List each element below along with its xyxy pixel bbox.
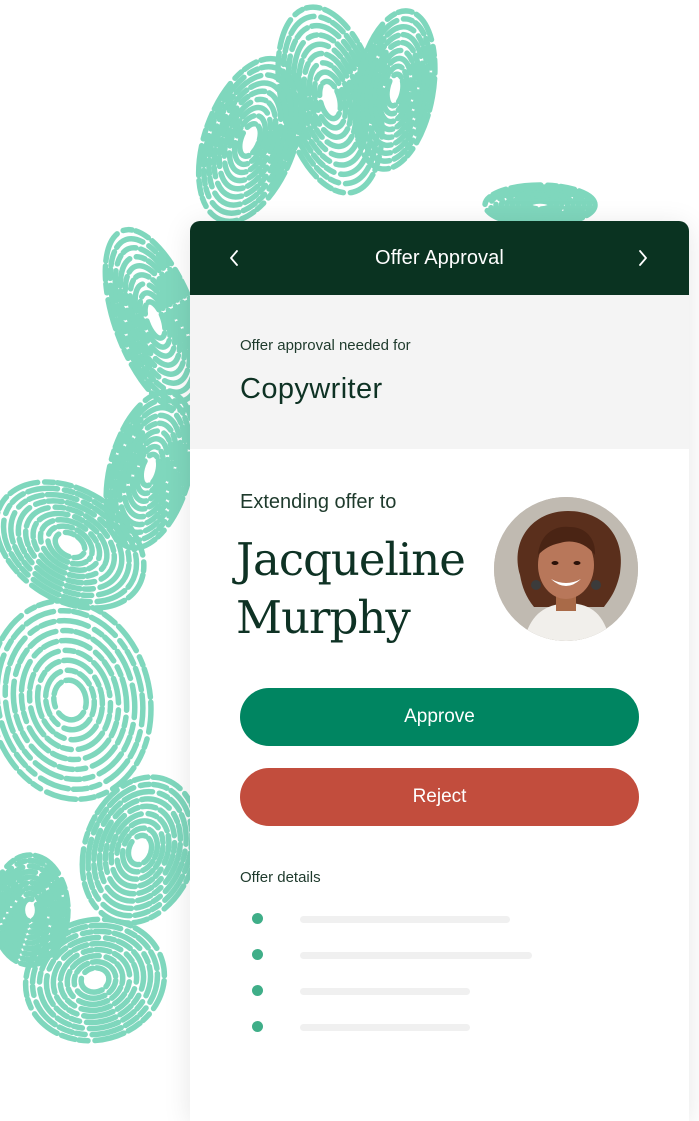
approve-button[interactable]: Approve: [240, 688, 639, 746]
bullet-dot: [252, 913, 263, 924]
detail-placeholder-row: [252, 1021, 592, 1033]
fingerprint-shape: [352, 8, 438, 172]
header-title: Offer Approval: [375, 246, 504, 269]
placeholder-line: [300, 952, 532, 959]
detail-placeholder-row: [252, 985, 592, 997]
placeholder-line: [300, 1024, 470, 1031]
job-title: Copywriter: [240, 373, 383, 405]
bullet-dot: [252, 949, 263, 960]
candidate-first-name: Jacqueline: [236, 533, 466, 586]
previous-button[interactable]: [204, 221, 264, 295]
chevron-right-icon: [639, 250, 647, 266]
offer-approval-card: Offer Approval Offer approval needed for…: [190, 221, 689, 1121]
detail-placeholder-row: [252, 949, 592, 961]
reject-button[interactable]: Reject: [240, 768, 639, 826]
placeholder-line: [300, 916, 510, 923]
fingerprint-ridge: [526, 198, 554, 212]
avatar-portrait: [494, 497, 638, 641]
next-button[interactable]: [613, 221, 673, 295]
job-eyebrow: Offer approval needed for: [240, 337, 411, 354]
avatar: [494, 497, 638, 641]
chevron-left-icon: [230, 250, 238, 266]
fingerprint-ridge: [51, 677, 89, 723]
card-header: Offer Approval: [190, 221, 689, 295]
offer-details-label: Offer details: [240, 869, 321, 886]
fingerprint-shape: [482, 182, 598, 228]
placeholder-line: [300, 988, 470, 995]
fingerprint-shape: [0, 852, 71, 968]
detail-placeholder-row: [252, 913, 592, 925]
job-section: Offer approval needed for Copywriter: [190, 295, 689, 449]
candidate-section: Extending offer to Jacqueline Murphy: [190, 449, 689, 689]
bullet-dot: [252, 1021, 263, 1032]
extending-offer-label: Extending offer to: [240, 491, 397, 513]
candidate-name: Jacqueline Murphy: [236, 531, 486, 647]
bullet-dot: [252, 985, 263, 996]
candidate-last-name: Murphy: [236, 591, 411, 644]
fingerprint-ridge: [19, 896, 41, 924]
fingerprint-ridge: [78, 965, 112, 995]
